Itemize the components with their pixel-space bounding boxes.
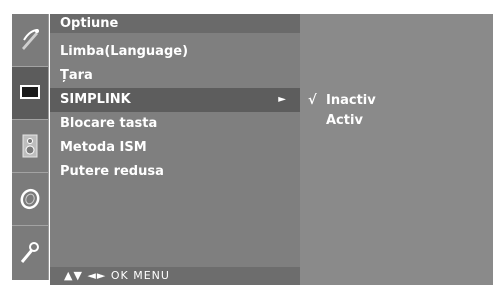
menu-item-language[interactable]: Limba(Language) [50,40,300,64]
satellite-dish-icon [22,29,39,50]
submenu-arrow-icon: ► [278,94,286,105]
menu-title: Optiune [50,14,300,33]
tv-osd-screen: Optiune Limba(Language) Țara SIMPLINK ► … [0,0,493,285]
menu-item-label: Limba(Language) [60,44,189,59]
wrench-icon [20,242,39,263]
menu-item-country[interactable]: Țara [50,64,300,88]
menu-item-label: Blocare tasta [60,116,158,131]
category-time[interactable] [12,173,48,226]
simplink-submenu: √ Inactiv Activ [300,14,493,285]
category-setup[interactable] [12,14,48,67]
menu-item-label: Țara [60,68,93,83]
menu-list: Limba(Language) Țara SIMPLINK ► Blocare … [50,40,300,184]
option-menu: Optiune Limba(Language) Țara SIMPLINK ► … [50,14,300,285]
navigation-hint: ▲▼ ◄► OK MENU [64,269,170,282]
menu-item-simplink[interactable]: SIMPLINK ► [50,88,300,112]
tv-screen-icon [20,85,40,99]
menu-item-power-saving[interactable]: Putere redusa [50,160,300,184]
navigation-hint-bar: ▲▼ ◄► OK MENU [50,267,300,285]
category-picture[interactable] [12,67,48,120]
category-icon-column [12,14,49,280]
submenu-option-label: Activ [326,113,363,128]
menu-item-key-lock[interactable]: Blocare tasta [50,112,300,136]
menu-item-label: Putere redusa [60,164,164,179]
submenu-option-active[interactable]: Activ [308,111,363,131]
checkmark-icon: √ [308,93,317,108]
category-option[interactable] [12,226,48,280]
menu-item-ism-method[interactable]: Metoda ISM [50,136,300,160]
category-audio[interactable] [12,120,48,173]
submenu-option-label: Inactiv [326,93,376,108]
menu-item-label: SIMPLINK [60,92,131,107]
submenu-option-inactive[interactable]: √ Inactiv [308,91,376,111]
clock-icon [20,188,40,210]
speaker-icon [22,134,38,158]
menu-title-label: Optiune [60,16,119,31]
menu-item-label: Metoda ISM [60,140,147,155]
